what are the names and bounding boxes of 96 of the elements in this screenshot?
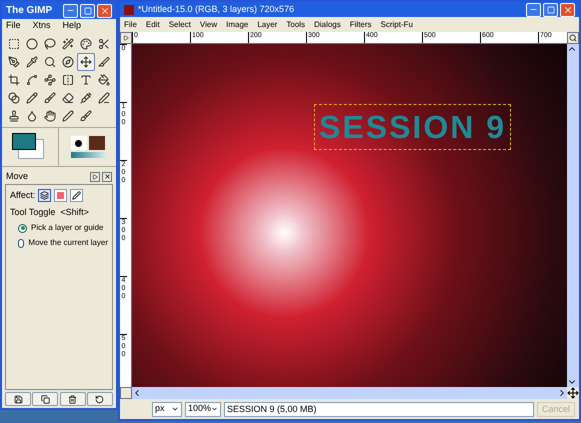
crop-icon	[8, 74, 20, 86]
menu-item[interactable]: File	[6, 19, 21, 33]
tool-toggle-label: Tool Toggle <Shift>	[10, 206, 90, 219]
menu-item[interactable]: Dialogs	[314, 18, 341, 30]
zoom-dropdown[interactable]: 100%	[185, 402, 221, 416]
maximize-icon	[546, 6, 554, 14]
horizontal-scrollbar[interactable]	[132, 387, 567, 399]
window-title: The GIMP	[6, 4, 52, 18]
magnifier-icon	[44, 56, 56, 68]
navigate-button[interactable]	[120, 387, 132, 399]
ink-pen-icon	[98, 92, 110, 104]
eraser-icon	[62, 92, 74, 104]
dock-close-button[interactable]	[102, 172, 112, 182]
pencil-icon	[26, 92, 38, 104]
zoom-button[interactable]	[567, 32, 579, 44]
menu-item[interactable]: Layer	[257, 18, 278, 30]
maximize-icon	[84, 6, 92, 14]
app-icon	[124, 4, 134, 14]
minimize-button[interactable]	[526, 2, 541, 16]
affect-toggle[interactable]	[70, 189, 84, 202]
move-icon	[567, 387, 579, 399]
wand-icon	[62, 38, 74, 50]
brush-icon	[44, 92, 56, 104]
scissors-icon	[98, 38, 110, 50]
palette-icon	[80, 38, 92, 50]
bucket-icon	[98, 74, 110, 86]
menu-item[interactable]: Edit	[146, 18, 160, 30]
save-icon	[14, 394, 22, 404]
menu-item[interactable]: Filters	[350, 18, 372, 30]
close-icon	[562, 4, 572, 14]
quick-mask-button[interactable]	[120, 32, 132, 44]
dock-button[interactable]	[5, 392, 31, 406]
knife-icon	[98, 56, 110, 68]
droplet-icon	[26, 110, 38, 122]
search-icon	[569, 34, 577, 42]
caret-icon	[171, 405, 179, 413]
menu-item[interactable]: Help	[62, 19, 82, 33]
unit-dropdown[interactable]: px	[152, 402, 182, 416]
eyedropper-icon	[26, 56, 38, 68]
pen-tool-icon	[8, 56, 20, 68]
gradient-preview[interactable]	[70, 152, 104, 158]
reset-icon	[95, 394, 104, 404]
path-icon	[44, 74, 56, 86]
maximize-button[interactable]	[80, 4, 95, 18]
brush-icon	[80, 110, 92, 122]
brush-preview[interactable]	[70, 136, 86, 150]
pen-icon	[62, 110, 74, 122]
curve-icon	[26, 74, 38, 86]
affect-toggle[interactable]	[38, 189, 52, 202]
selection-icon	[8, 38, 20, 50]
affect-toggle[interactable]	[54, 189, 68, 202]
maximize-button[interactable]	[543, 2, 558, 16]
tool-button[interactable]	[77, 53, 95, 71]
menu-item[interactable]: Tools	[286, 18, 306, 30]
caret-icon	[211, 405, 218, 413]
menu-item[interactable]: Select	[168, 18, 191, 30]
play-icon	[92, 174, 98, 180]
close-button[interactable]	[560, 2, 575, 16]
stamp-icon	[8, 110, 20, 122]
copy-icon	[40, 394, 50, 404]
move-icon	[80, 56, 92, 68]
affect-label: Affect:	[10, 189, 36, 202]
ellipse-icon	[26, 38, 38, 50]
dock-button[interactable]	[32, 392, 58, 406]
minimize-button[interactable]	[63, 4, 78, 18]
play-icon	[123, 35, 129, 41]
radio-button[interactable]	[18, 238, 24, 248]
pattern-preview[interactable]	[88, 136, 104, 150]
menu-item[interactable]: Image	[226, 18, 248, 30]
trash-icon	[68, 394, 78, 404]
menu-item[interactable]: View	[200, 18, 218, 30]
layers-icon	[40, 191, 50, 200]
close-button[interactable]	[97, 4, 112, 18]
flip-icon	[62, 74, 74, 86]
status-message: SESSION 9 (5,00 MB)	[224, 402, 534, 416]
menu-item[interactable]: File	[124, 18, 137, 30]
radio-button[interactable]	[18, 224, 27, 232]
close-icon	[104, 173, 110, 180]
dock-button[interactable]	[86, 392, 113, 406]
vertical-scrollbar[interactable]	[567, 44, 579, 387]
menu-item[interactable]: Script-Fu	[380, 18, 413, 30]
dock-button[interactable]	[60, 392, 86, 406]
window-title: *Untitled-15.0 (RGB, 3 layers) 720x576	[138, 2, 294, 16]
dock-title: Move	[6, 170, 28, 183]
radio-label[interactable]: Move the current layer	[28, 237, 108, 249]
canvas-text: SESSION 9	[314, 104, 511, 150]
compass-icon	[62, 56, 74, 68]
pen-icon	[72, 191, 82, 200]
text-icon	[80, 74, 92, 86]
radio-label[interactable]: Pick a layer or guide	[31, 222, 104, 234]
close-icon	[100, 6, 110, 16]
dock-menu-button[interactable]	[90, 172, 100, 182]
lasso-icon	[44, 38, 56, 50]
selection-square-icon	[57, 192, 64, 200]
syringe-icon	[80, 92, 92, 104]
menu-item[interactable]: Xtns	[32, 19, 51, 33]
